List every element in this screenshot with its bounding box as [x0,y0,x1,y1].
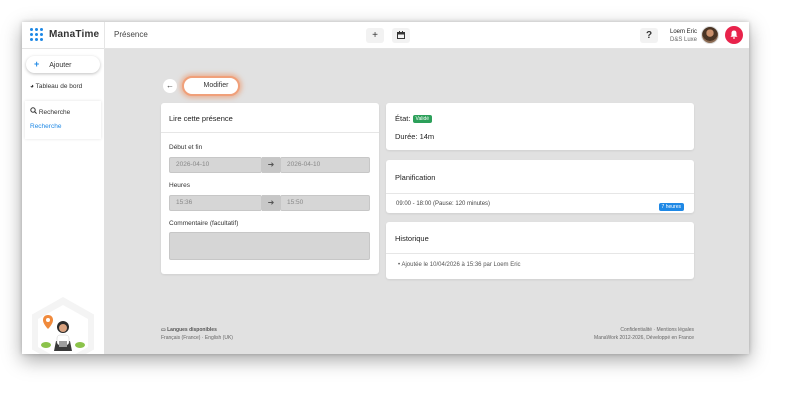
state-label: État: [395,114,411,123]
history-entry: • Ajoutée le 10/04/2026 à 15:36 par Loem… [398,262,521,268]
search-icon [30,107,39,116]
help-icon[interactable]: ? [640,28,658,43]
page-title: Présence [114,30,148,39]
plus-icon: + [34,59,40,69]
back-arrow-icon[interactable]: ← [163,79,177,93]
pie-chart-icon: ◕ [30,83,34,90]
history-card: Historique • Ajoutée le 10/04/2026 à 15:… [386,222,694,279]
schedule-text: 09:00 - 18:00 (Pause: 120 minutes) [396,201,491,207]
copyright-text: ManaWork 2012-2026, Développé en France [594,335,694,341]
comment-label: Commentaire (facultatif) [169,220,239,227]
presence-form-card: Lire cette présence Début et fin 2026-04… [161,103,379,274]
avatar[interactable] [701,26,719,44]
divider [161,132,379,133]
footer-legal: Confidentialité · Mentions légales ManaW… [594,326,694,342]
legal-links[interactable]: Confidentialité · Mentions légales [594,326,694,334]
hours-badge: 7 heures [658,203,684,211]
sidebar-item-label: Tableau de bord [35,83,83,90]
app-name: ManaTime [49,29,100,40]
keyboard-icon: ▭ [161,327,166,333]
start-date-field[interactable]: 2026-04-10 [169,157,262,173]
sidebar: + Ajouter ◕ Tableau de bord Recherche Rec… [22,49,104,354]
arrow-right-icon: ➜ [262,195,280,211]
user-menu[interactable]: Loem Eric D&S Luxe [670,28,697,44]
app-logo[interactable]: ManaTime [30,28,99,41]
duration-text: Durée: 14m [395,132,435,141]
hours-label: Heures [169,182,190,189]
add-icon[interactable]: + [366,28,384,43]
languages-title-text: Langues disponibles [167,327,217,333]
divider [386,193,694,194]
user-name: Loem Eric [669,29,697,35]
topbar-divider [104,22,105,49]
app-window: ManaTime Présence + ? Loem Eric D&S Luxe… [22,22,749,354]
languages-title: ▭ Langues disponibles [161,326,233,334]
arrow-right-icon: ➜ [262,157,280,173]
footer-languages: ▭ Langues disponibles Français (France) … [161,326,233,342]
planning-card: Planification 09:00 - 18:00 (Pause: 120 … [386,160,694,213]
notification-bell-icon[interactable] [725,26,743,44]
add-button[interactable]: + Ajouter [26,56,100,73]
dates-label: Début et fin [169,144,203,151]
apps-grid-icon [30,28,43,41]
top-bar: ManaTime Présence + ? Loem Eric D&S Luxe [22,22,749,49]
add-button-label: Ajouter [49,62,72,69]
history-title: Historique [395,234,429,243]
modify-button[interactable]: Modifier [182,76,240,96]
start-time-field[interactable]: 15:36 [169,195,262,211]
form-title: Lire cette présence [169,114,233,123]
history-entry-text: Ajoutée le 10/04/2026 à 15:36 par Loem E… [401,262,521,268]
sidebar-item-label: Recherche [38,109,71,116]
sidebar-item-search[interactable]: Recherche [30,107,70,116]
sidebar-item-dashboard[interactable]: ◕ Tableau de bord [30,83,82,90]
user-company: D&S Luxe [669,37,697,43]
end-time-field[interactable]: 15:50 [280,195,370,211]
end-date-field[interactable]: 2026-04-10 [280,157,370,173]
status-card: État: Validé Durée: 14m [386,103,694,150]
divider [386,253,694,254]
planning-title: Planification [395,173,436,182]
status-badge: Validé [412,115,433,124]
state-row: État: Validé [395,114,433,124]
languages-list[interactable]: Français (France) · English (UK) [161,334,233,342]
user-illustration-icon [41,315,85,351]
comment-textarea[interactable] [169,232,370,260]
main-content: ← Modifier Lire cette présence Début et … [104,49,749,354]
calendar-icon[interactable] [392,28,410,43]
sidebar-search-link[interactable]: Recherche [30,123,61,130]
bullet-icon: • [398,262,401,268]
